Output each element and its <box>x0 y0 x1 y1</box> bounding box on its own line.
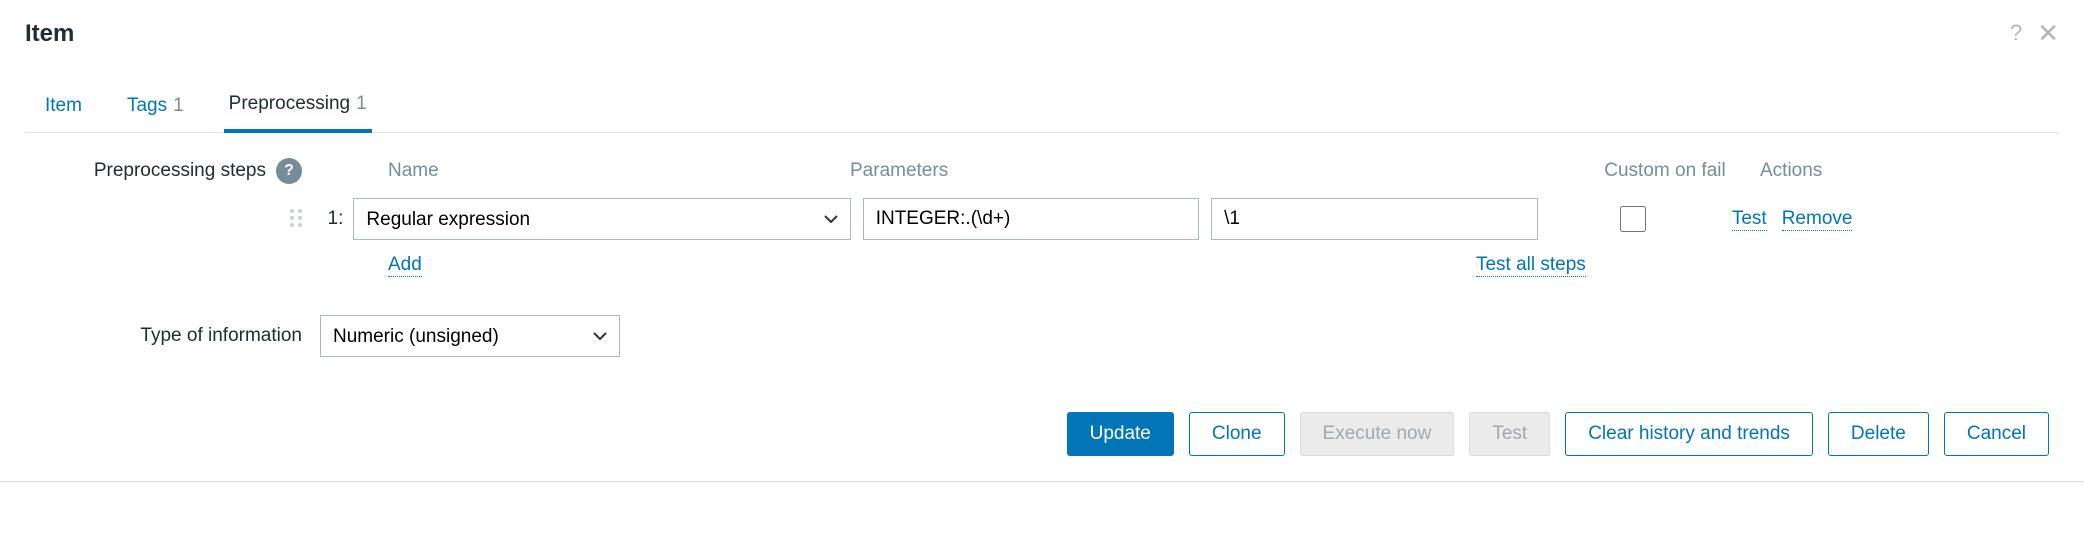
remove-step-link[interactable]: Remove <box>1782 208 1853 231</box>
help-icon[interactable]: ? <box>2010 22 2022 44</box>
type-of-information-select[interactable]: Numeric (unsigned) <box>320 315 620 357</box>
delete-button[interactable]: Delete <box>1828 412 1929 456</box>
tab-preprocessing-count: 1 <box>356 93 367 115</box>
cancel-button[interactable]: Cancel <box>1944 412 2049 456</box>
add-step-link[interactable]: Add <box>388 254 422 277</box>
tab-item-label: Item <box>45 95 82 117</box>
custom-on-fail-cell <box>1538 206 1728 232</box>
tab-bar: Item Tags 1 Preprocessing 1 <box>25 83 2059 133</box>
headers-row: Preprocessing steps ? Name Parameters Cu… <box>40 158 2059 184</box>
execute-now-button: Execute now <box>1300 412 1455 456</box>
step-body-wrap: 1: Regular expression Test Remove <box>288 198 2059 240</box>
test-button: Test <box>1469 412 1550 456</box>
item-dialog: Item ? ✕ Item Tags 1 Preprocessing 1 Pre… <box>0 0 2084 482</box>
clear-history-button[interactable]: Clear history and trends <box>1565 412 1813 456</box>
form-area: Preprocessing steps ? Name Parameters Cu… <box>25 158 2059 456</box>
col-header-parameters: Parameters <box>850 160 1570 182</box>
header-icons: ? ✕ <box>2010 20 2059 46</box>
test-all-steps-link[interactable]: Test all steps <box>1476 254 1586 277</box>
preprocessing-steps-text: Preprocessing steps <box>94 160 266 182</box>
custom-on-fail-checkbox[interactable] <box>1620 206 1646 232</box>
dialog-header: Item ? ✕ <box>25 20 2059 48</box>
preprocessing-steps-label: Preprocessing steps ? <box>40 158 320 184</box>
step-param2-input[interactable] <box>1211 198 1538 240</box>
tab-preprocessing[interactable]: Preprocessing 1 <box>224 83 372 133</box>
step-body: 1: Regular expression <box>288 198 1538 240</box>
col-header-name: Name <box>320 160 850 182</box>
close-icon[interactable]: ✕ <box>2037 20 2059 46</box>
col-header-actions: Actions <box>1760 160 1910 182</box>
page-title: Item <box>25 20 74 48</box>
tab-tags[interactable]: Tags 1 <box>122 83 189 132</box>
type-of-information-row: Type of information Numeric (unsigned) <box>40 315 2059 357</box>
step-actions: Test Remove <box>1728 208 1853 231</box>
tab-preprocessing-label: Preprocessing <box>229 93 350 115</box>
clone-button[interactable]: Clone <box>1189 412 1285 456</box>
tab-tags-label: Tags <box>127 95 167 117</box>
tab-item[interactable]: Item <box>40 83 87 132</box>
type-of-information-text: Type of information <box>140 325 302 347</box>
tab-tags-count: 1 <box>173 95 184 117</box>
add-row: Add Test all steps <box>40 254 2059 277</box>
step-param1-input[interactable] <box>863 198 1199 240</box>
update-button[interactable]: Update <box>1067 412 1174 456</box>
add-row-body: Add Test all steps <box>320 254 2059 277</box>
dialog-footer: Update Clone Execute now Test Clear hist… <box>40 412 2059 456</box>
columns-header: Name Parameters Custom on fail Actions <box>320 160 1910 182</box>
help-badge-icon[interactable]: ? <box>276 158 302 184</box>
test-step-link[interactable]: Test <box>1732 208 1767 231</box>
step-row: 1: Regular expression Test Remove <box>40 198 2059 240</box>
drag-handle-icon[interactable] <box>288 204 317 234</box>
step-type-select[interactable]: Regular expression <box>353 198 850 240</box>
col-header-custom-on-fail: Custom on fail <box>1570 160 1760 182</box>
step-number: 1: <box>317 208 354 230</box>
type-of-information-label: Type of information <box>40 325 320 347</box>
test-all-wrap: Test all steps <box>422 254 1622 277</box>
